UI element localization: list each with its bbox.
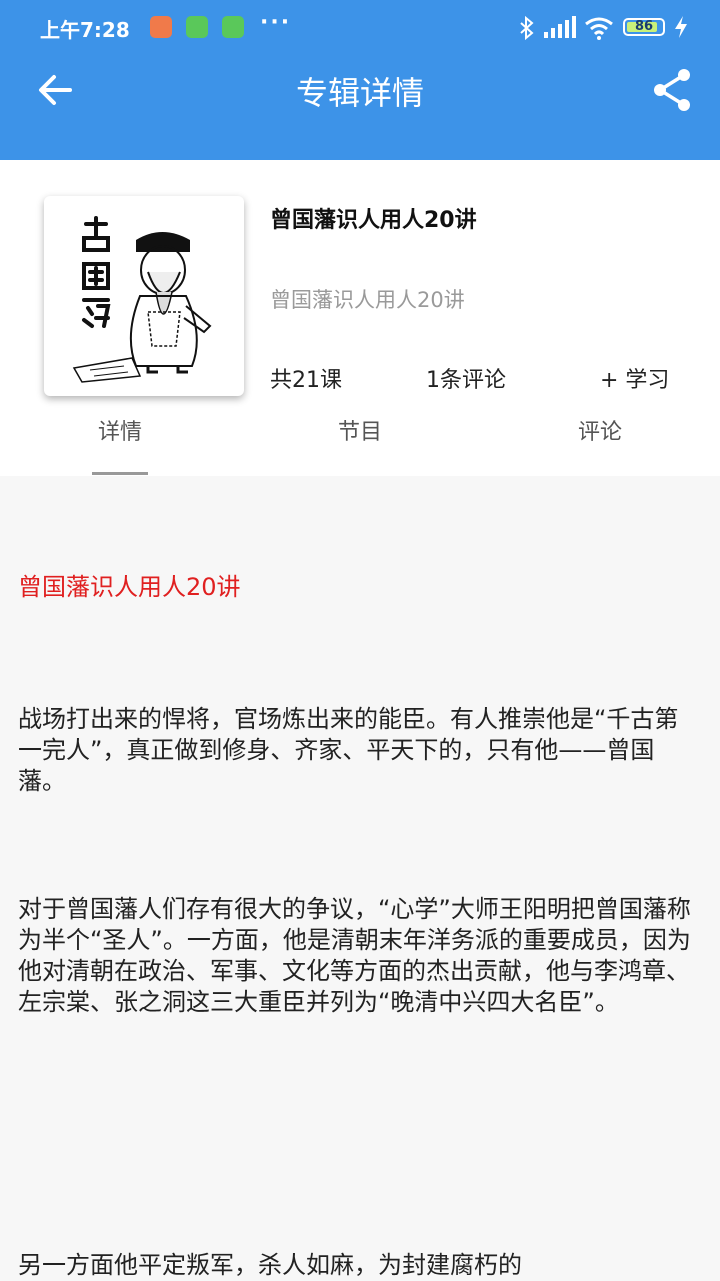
status-bar: 上午7:28 ··· 86 [0,0,720,56]
tab-details[interactable]: 详情 [0,414,240,446]
signal-icon [544,16,576,38]
notification-app-icon [186,16,208,38]
charging-icon [675,16,687,38]
app-bar: 上午7:28 ··· 86 专辑详情 [0,0,720,160]
description-paragraph: 战场打出来的悍将，官场炼出来的能臣。有人推崇他是“千古第一完人”，真正做到修身、… [18,705,679,795]
wifi-icon [585,17,613,40]
description-paragraph: 对于曾国藩人们存有很大的争议，“心学”大师王阳明把曾国藩称为半个“圣人”。一方面… [18,895,691,1016]
comment-count[interactable]: 1条评论 [426,362,506,394]
bluetooth-icon [520,16,534,40]
more-notifications-icon: ··· [260,10,292,35]
album-subtitle: 曾国藩识人用人20讲 [270,288,465,312]
album-cover[interactable] [44,196,244,396]
notification-app-icon [150,16,172,38]
study-button[interactable]: + 学习 [600,362,669,394]
share-icon[interactable] [652,68,692,112]
notification-app-icon [222,16,244,38]
battery-icon: 86 [623,18,665,36]
album-header: 曾国藩识人用人20讲 曾国藩识人用人20讲 共21课 1条评论 + 学习 详情 … [0,160,720,476]
tab-bar: 详情 节目 评论 [0,412,720,476]
description-paragraph: 另一方面他平定叛军，杀人如麻，为封建腐朽的 [18,1251,522,1279]
description-heading: 曾国藩识人用人20讲 [18,573,241,601]
tab-programs[interactable]: 节目 [240,414,480,446]
album-title: 曾国藩识人用人20讲 [270,208,477,233]
active-tab-indicator [92,472,148,475]
album-cover-illustration [72,216,212,383]
tab-comments[interactable]: 评论 [480,414,720,446]
page-title: 专辑详情 [295,74,424,112]
status-time: 上午7:28 [40,18,130,42]
lesson-count: 共21课 [270,368,342,393]
